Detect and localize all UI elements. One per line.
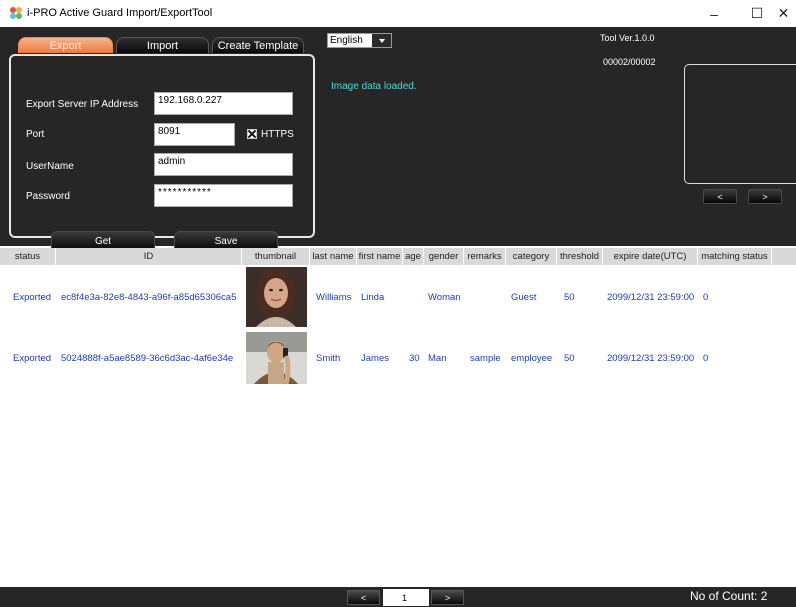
cell-remarks: sample bbox=[470, 353, 501, 364]
cell-gender: Woman bbox=[428, 292, 461, 303]
cell-category: employee bbox=[511, 353, 553, 364]
pager-bar: < 1 > No of Count: 2 bbox=[0, 587, 796, 607]
record-count-label: No of Count: 2 bbox=[690, 589, 768, 603]
cell-expire-date: 2099/12/31 23:59:00 bbox=[607, 292, 695, 303]
thumbnail-image bbox=[246, 267, 307, 327]
column-header[interactable]: ID bbox=[56, 248, 242, 265]
ip-address-label: Export Server IP Address bbox=[26, 99, 139, 110]
password-label: Password bbox=[26, 191, 70, 202]
cell-matching-status: 0 bbox=[703, 292, 709, 303]
records-table: Exported ec8f4e3a-82e8-4843-a96f-a85d653… bbox=[0, 265, 796, 585]
cell-age: 30 bbox=[409, 353, 420, 364]
https-label: HTTPS bbox=[261, 129, 294, 140]
cell-gender: Man bbox=[428, 353, 447, 364]
column-header[interactable]: status bbox=[0, 248, 56, 265]
thumbnail-image bbox=[246, 332, 307, 384]
cell-id: ec8f4e3a-82e8-4843-a96f-a85d65306ca5 bbox=[61, 292, 237, 303]
port-input[interactable]: 8091 bbox=[154, 123, 235, 146]
man-on-phone-icon bbox=[246, 332, 307, 384]
chevron-down-icon[interactable] bbox=[372, 34, 391, 47]
app-window: i-PRO Active Guard Import/ExportTool – ☐… bbox=[0, 0, 796, 607]
column-header[interactable]: threshold bbox=[557, 248, 603, 265]
column-header[interactable]: last name bbox=[310, 248, 357, 265]
cell-id: 5024888f-a5ae8589-36c6d3ac-4af6e34e bbox=[61, 353, 234, 364]
title-bar: i-PRO Active Guard Import/ExportTool – ☐… bbox=[0, 0, 796, 27]
password-input[interactable]: *********** bbox=[154, 184, 293, 207]
tab-export[interactable]: Export bbox=[18, 37, 113, 53]
column-header[interactable]: first name bbox=[357, 248, 403, 265]
preview-prev-button[interactable]: < bbox=[703, 189, 737, 204]
https-checkbox[interactable] bbox=[247, 129, 257, 139]
cell-expire-date: 2099/12/31 23:59:00 bbox=[607, 353, 695, 364]
cell-status: Exported bbox=[13, 292, 52, 303]
username-label: UserName bbox=[26, 161, 74, 172]
cell-matching-status: 0 bbox=[703, 353, 709, 364]
app-logo-icon bbox=[10, 7, 22, 19]
cell-first-name: James bbox=[361, 353, 389, 364]
cell-category: Guest bbox=[511, 292, 537, 303]
minimize-button[interactable]: – bbox=[694, 0, 734, 27]
cell-status: Exported bbox=[13, 353, 52, 364]
column-header[interactable]: expire date(UTC) bbox=[603, 248, 698, 265]
close-button[interactable]: ✕ bbox=[771, 0, 796, 27]
cell-threshold: 50 bbox=[564, 353, 575, 364]
column-header[interactable]: remarks bbox=[464, 248, 506, 265]
table-header: status ID thumbnail last name first name… bbox=[0, 248, 796, 265]
image-preview bbox=[684, 64, 796, 184]
tab-import[interactable]: Import bbox=[116, 37, 209, 53]
column-header[interactable]: thumbnail bbox=[242, 248, 310, 265]
preview-next-button[interactable]: > bbox=[748, 189, 782, 204]
column-header[interactable]: gender bbox=[424, 248, 464, 265]
column-header[interactable]: category bbox=[506, 248, 557, 265]
woman-portrait-icon bbox=[246, 267, 307, 327]
cell-first-name: Linda bbox=[361, 292, 385, 303]
cell-last-name: Smith bbox=[316, 353, 341, 364]
cell-last-name: Williams bbox=[316, 292, 352, 303]
window-title: i-PRO Active Guard Import/ExportTool bbox=[27, 7, 213, 19]
page-number-input[interactable]: 1 bbox=[383, 589, 429, 606]
column-header[interactable]: age bbox=[403, 248, 424, 265]
status-message: Image data loaded. bbox=[331, 81, 417, 92]
tab-create-template[interactable]: Create Template bbox=[212, 37, 304, 53]
export-form: Export Server IP Address 192.168.0.227 P… bbox=[9, 54, 315, 252]
language-select[interactable]: English bbox=[327, 33, 392, 48]
page-next-button[interactable]: > bbox=[431, 590, 464, 605]
port-label: Port bbox=[26, 129, 45, 140]
cell-threshold: 50 bbox=[564, 292, 575, 303]
language-selected-value: English bbox=[330, 35, 363, 46]
username-input[interactable]: admin bbox=[154, 153, 293, 176]
ip-address-input[interactable]: 192.168.0.227 bbox=[154, 92, 293, 115]
column-header[interactable]: matching status bbox=[698, 248, 772, 265]
page-prev-button[interactable]: < bbox=[347, 590, 380, 605]
record-counter: 00002/00002 bbox=[603, 57, 656, 67]
tool-version: Tool Ver.1.0.0 bbox=[600, 33, 655, 43]
control-panel: Export Import Create Template Export Ser… bbox=[0, 27, 796, 252]
